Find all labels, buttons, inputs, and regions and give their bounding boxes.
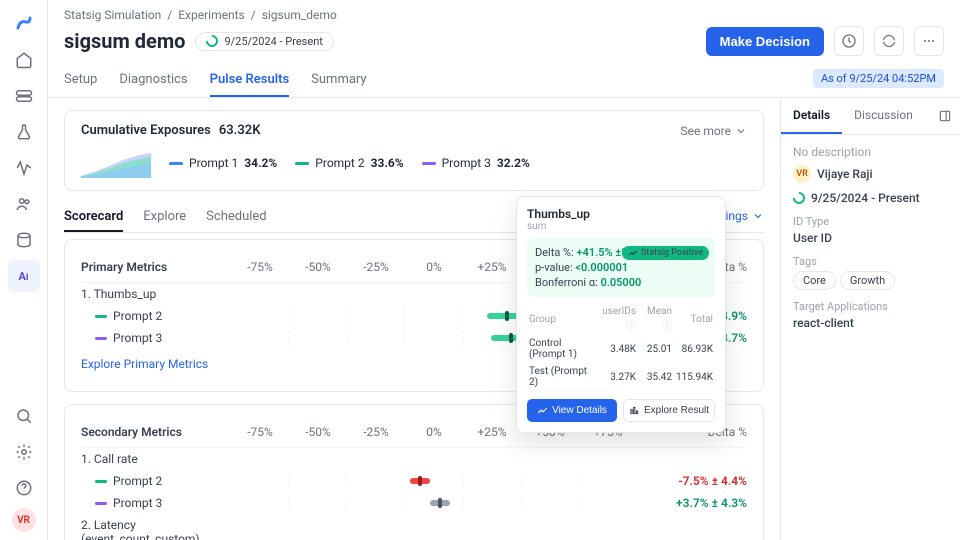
tags-label: Tags xyxy=(793,255,948,268)
variant-name[interactable]: Prompt 3 xyxy=(81,496,231,510)
chevron-down-icon xyxy=(752,210,764,222)
subtab-scheduled[interactable]: Scheduled xyxy=(206,203,266,232)
delta-value: -7.5% ± 4.4% xyxy=(637,474,747,488)
secondary-heading: Secondary Metrics xyxy=(81,425,231,439)
more-icon[interactable] xyxy=(914,26,944,56)
gear-icon[interactable] xyxy=(8,436,40,468)
subtab-scorecard[interactable]: Scorecard xyxy=(64,203,123,232)
no-description: No description xyxy=(793,145,948,159)
users-icon[interactable] xyxy=(8,188,40,220)
details-panel: Details Discussion No description VR Vij… xyxy=(780,98,960,540)
date-range-pill[interactable]: 9/25/2024 - Present xyxy=(195,32,333,51)
subtab-explore[interactable]: Explore xyxy=(143,203,186,232)
history-icon[interactable] xyxy=(834,26,864,56)
side-date: 9/25/2024 - Present xyxy=(793,191,948,205)
legend-item[interactable]: Prompt 3 32.2% xyxy=(422,156,530,170)
toggles-icon[interactable] xyxy=(8,80,40,112)
popover-table: Group userIDs ⓘ Mean ⓘ Total Control (Pr… xyxy=(527,303,715,391)
popover-title: Thumbs_up xyxy=(527,207,715,221)
metric-popover: Thumbs_up sum Statsig Positive Delta %: … xyxy=(516,196,726,433)
logo-icon[interactable] xyxy=(8,8,40,40)
crumb[interactable]: Experiments xyxy=(178,8,245,22)
main-tabs: Setup Diagnostics Pulse Results Summary … xyxy=(48,64,960,98)
ci-bar xyxy=(231,474,637,488)
view-details-button[interactable]: View Details xyxy=(527,399,617,422)
primary-heading: Primary Metrics xyxy=(81,260,231,274)
variant-name[interactable]: Prompt 2 xyxy=(81,309,231,323)
refresh-icon[interactable] xyxy=(874,26,904,56)
tab-pulse-results[interactable]: Pulse Results xyxy=(210,64,290,97)
crumb[interactable]: Statsig Simulation xyxy=(64,8,161,22)
idtype-value: User ID xyxy=(793,231,948,245)
database-icon[interactable] xyxy=(8,224,40,256)
tab-diagnostics[interactable]: Diagnostics xyxy=(119,64,187,97)
metric-name[interactable]: 1. Thumbs_up xyxy=(81,287,231,301)
metric-name[interactable]: 2. Latency (event_count_custom) xyxy=(81,518,231,540)
delta-value: +3.7% ± 4.3% xyxy=(637,496,747,510)
ci-bar xyxy=(231,496,637,510)
breadcrumb: Statsig Simulation / Experiments / sigsu… xyxy=(48,0,960,22)
crumb[interactable]: sigsum_demo xyxy=(262,8,337,22)
ai-icon[interactable]: AI xyxy=(8,260,40,292)
tab-summary[interactable]: Summary xyxy=(311,64,366,97)
idtype-label: ID Type xyxy=(793,215,948,228)
exposures-sparkline xyxy=(81,148,151,178)
exposures-card: Cumulative Exposures 63.32K See more xyxy=(64,110,764,191)
owner-row[interactable]: VR Vijaye Raji xyxy=(793,165,948,183)
tab-setup[interactable]: Setup xyxy=(64,64,97,97)
legend-item[interactable]: Prompt 2 33.6% xyxy=(295,156,403,170)
target-label: Target Applications xyxy=(793,300,948,313)
tag-chip[interactable]: Growth xyxy=(840,271,895,290)
exposures-total: 63.32K xyxy=(219,123,261,138)
owner-avatar-icon: VR xyxy=(793,165,811,183)
exposures-title: Cumulative Exposures xyxy=(81,123,211,138)
home-icon[interactable] xyxy=(8,44,40,76)
variant-name[interactable]: Prompt 2 xyxy=(81,474,231,488)
legend-item[interactable]: Prompt 1 34.2% xyxy=(169,156,277,170)
pulse-icon[interactable] xyxy=(8,152,40,184)
popover-subtitle: sum xyxy=(527,221,715,232)
search-icon[interactable] xyxy=(8,400,40,432)
status-ring-icon xyxy=(791,190,808,207)
flask-icon[interactable] xyxy=(8,116,40,148)
explore-primary-link[interactable]: Explore Primary Metrics xyxy=(81,349,208,379)
side-tab-details[interactable]: Details xyxy=(781,98,842,134)
explore-result-button[interactable]: Explore Result xyxy=(623,399,715,422)
as-of-badge: As of 9/25/24 04:52PM xyxy=(813,69,944,88)
expand-icon[interactable] xyxy=(930,101,960,131)
status-ring-icon xyxy=(204,33,221,50)
see-more-link[interactable]: See more xyxy=(680,124,747,138)
metric-name[interactable]: 1. Call rate xyxy=(81,452,231,466)
variant-name[interactable]: Prompt 3 xyxy=(81,331,231,345)
tag-chip[interactable]: Core xyxy=(793,271,836,290)
make-decision-button[interactable]: Make Decision xyxy=(706,27,824,56)
side-tab-discussion[interactable]: Discussion xyxy=(842,98,925,134)
help-icon[interactable] xyxy=(8,472,40,504)
target-value: react-client xyxy=(793,316,948,330)
statsig-positive-badge: Statsig Positive xyxy=(622,246,709,260)
page-title: sigsum demo xyxy=(64,29,185,53)
left-nav-rail: AI VR xyxy=(0,0,48,540)
user-avatar[interactable]: VR xyxy=(12,508,36,532)
